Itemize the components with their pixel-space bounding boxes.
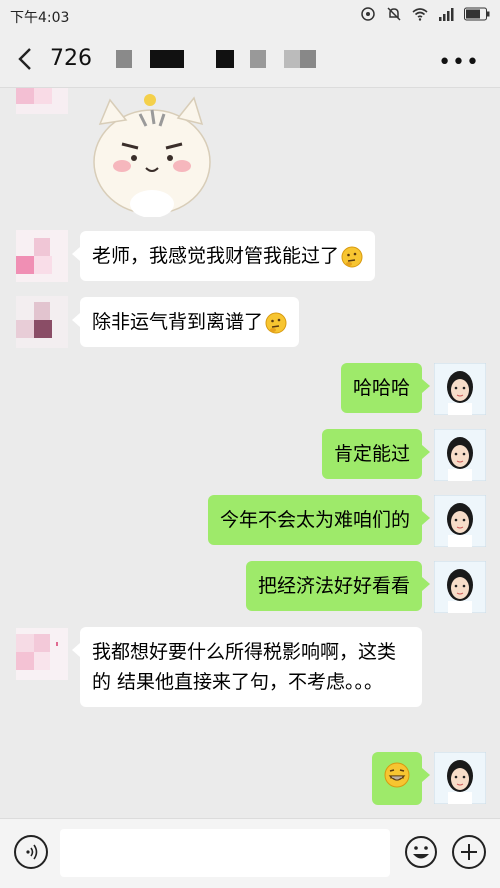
chat-title: 726 [50,46,92,71]
chat-message-list[interactable]: 老师，我感觉我财管我能过了 除非运气背到离谱了 哈哈哈 肯定能过 今年不会太为难… [0,88,500,818]
received-message-bubble[interactable]: 除非运气背到离谱了 [71,297,300,347]
my-avatar[interactable] [433,751,487,805]
message-text: 把经济法好好看看 [257,575,410,597]
signal-icon [439,8,454,21]
more-options-button[interactable]: ••• [438,50,480,75]
mute-bell-icon [387,7,401,21]
thinking-face-emoji-icon [265,312,287,333]
location-icon [361,7,375,21]
thinking-face-emoji-icon [341,246,363,267]
contact-avatar[interactable] [16,230,68,282]
voice-input-button[interactable] [14,835,48,869]
message-text: 老师，我感觉我财管我能过了 [92,245,340,267]
received-message-bubble[interactable]: 老师，我感觉我财管我能过了 [71,231,376,281]
my-avatar[interactable] [433,494,487,548]
message-text-input[interactable] [60,829,390,877]
plus-icon [461,844,477,860]
message-input-bar [0,818,500,888]
message-text: 肯定能过 [333,443,410,465]
status-bar: 下午4:03 [0,0,500,30]
sent-message-bubble[interactable]: 把经济法好好看看 [245,561,431,611]
wifi-icon [412,8,428,21]
contact-avatar[interactable] [16,296,68,348]
voice-wave-icon [26,844,38,860]
status-icons [360,6,490,22]
more-functions-button[interactable] [452,835,486,869]
my-avatar[interactable] [433,428,487,482]
back-arrow-icon[interactable] [12,44,42,74]
cat-sticker-image[interactable] [82,92,222,217]
sent-message-bubble[interactable]: 今年不会太为难咱们的 [207,495,431,545]
contact-avatar[interactable] [16,88,68,114]
emoji-picker-icon[interactable] [404,835,438,869]
status-time: 下午4:03 [10,10,70,26]
my-avatar[interactable] [433,560,487,614]
chat-header: 726 ••• [0,30,500,88]
my-avatar[interactable] [433,362,487,416]
sent-message-bubble[interactable] [372,752,430,805]
battery-icon [464,7,490,21]
sent-message-bubble[interactable]: 肯定能过 [321,429,431,479]
message-text: 哈哈哈 [352,377,410,399]
sent-message-bubble[interactable]: 哈哈哈 [340,363,431,413]
message-text: 我都想好要什么所得税影响啊，这类的 结果他直接来了句，不考虑。。。 [92,641,397,693]
received-message-bubble[interactable]: 我都想好要什么所得税影响啊，这类的 结果他直接来了句，不考虑。。。 [72,627,422,707]
contact-avatar[interactable] [16,628,68,680]
message-text: 除非运气背到离谱了 [92,311,264,333]
message-text: 今年不会太为难咱们的 [219,509,410,531]
grinning-face-emoji-icon [384,762,410,788]
